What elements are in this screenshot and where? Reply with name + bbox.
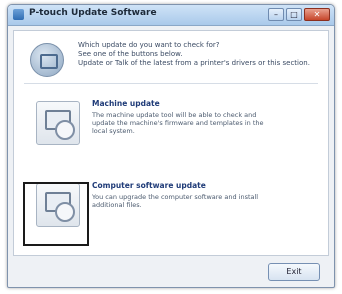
header-instructions: Which update do you want to check for? S… xyxy=(78,41,310,67)
content-panel: Which update do you want to check for? S… xyxy=(13,30,329,256)
divider xyxy=(24,83,318,84)
minimize-button[interactable]: – xyxy=(268,8,284,21)
option-description: You can upgrade the computer software an… xyxy=(92,193,259,209)
close-button[interactable]: ✕ xyxy=(304,8,330,21)
window-title: P-touch Update Software xyxy=(29,8,157,18)
computer-software-update-icon xyxy=(36,183,80,227)
option-description: The machine update tool will be able to … xyxy=(92,111,264,135)
update-dialog: P-touch Update Software – □ ✕ Which upda… xyxy=(7,4,335,288)
machine-update-option[interactable]: Machine update The machine update tool w… xyxy=(24,95,318,165)
computer-software-update-option[interactable]: Computer software update You can upgrade… xyxy=(24,177,318,247)
machine-update-icon xyxy=(36,101,80,145)
footer: Exit xyxy=(8,257,334,287)
window-controls: – □ ✕ xyxy=(268,8,330,21)
exit-button[interactable]: Exit xyxy=(268,263,320,281)
option-title: Machine update xyxy=(92,99,160,108)
app-icon xyxy=(13,9,24,20)
update-globe-icon xyxy=(30,43,64,77)
option-title: Computer software update xyxy=(92,181,206,190)
title-bar: P-touch Update Software – □ ✕ xyxy=(8,5,334,26)
maximize-button[interactable]: □ xyxy=(286,8,302,21)
